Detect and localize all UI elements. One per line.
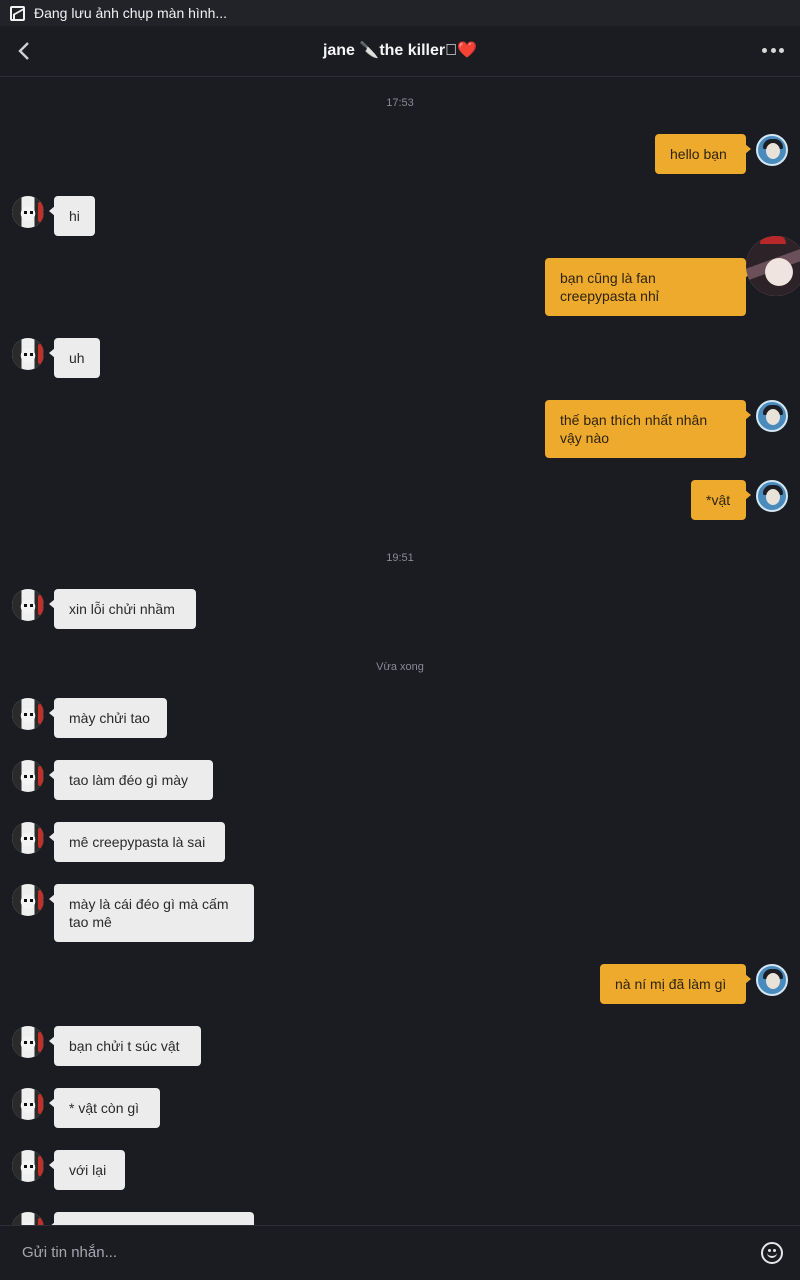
dot-icon <box>779 48 784 53</box>
jane-avatar[interactable] <box>12 1026 44 1058</box>
message-bubble-incoming[interactable]: với lại <box>49 1150 125 1190</box>
timestamp: 17:53 <box>386 97 414 109</box>
jane-avatar[interactable] <box>12 760 44 792</box>
message-bubble-outgoing[interactable]: hello bạn <box>655 134 751 174</box>
dot-icon <box>762 48 767 53</box>
jane-avatar[interactable] <box>12 884 44 916</box>
jane-avatar[interactable] <box>12 822 44 854</box>
message-bubble-outgoing[interactable]: bạn cũng là fan creepypasta nhỉ <box>545 258 751 316</box>
more-options-button[interactable] <box>762 48 784 54</box>
chat-header: jane 🔪the killer🏿❤️ <box>0 26 800 77</box>
timestamp: 19:51 <box>386 552 414 564</box>
my-avatar[interactable] <box>756 134 788 166</box>
message-bubble-incoming[interactable]: mày là cái đéo gì mà cấm tao mê <box>49 884 254 942</box>
jane-avatar[interactable] <box>12 1150 44 1182</box>
message-bubble-outgoing[interactable]: *vật <box>691 480 751 520</box>
my-avatar[interactable] <box>756 400 788 432</box>
smiley-icon <box>768 1249 771 1252</box>
status-bar: Đang lưu ảnh chụp màn hình... <box>0 0 800 26</box>
message-bubble-incoming[interactable]: uh <box>49 338 100 378</box>
timestamp: Vừa xong <box>376 661 424 673</box>
message-bubble-incoming[interactable]: xin lỗi chửi nhầm <box>49 589 196 629</box>
my-avatar-large[interactable] <box>746 236 800 296</box>
status-notification: Đang lưu ảnh chụp màn hình... <box>34 5 228 21</box>
jane-avatar[interactable] <box>12 589 44 621</box>
image-icon <box>10 5 25 21</box>
jane-avatar[interactable] <box>12 1088 44 1120</box>
dot-icon <box>770 48 776 53</box>
message-list[interactable]: 17:53 hello bạn hi bạn cũng là fan creep… <box>0 78 800 1225</box>
message-bubble-incoming[interactable]: * vật còn gì <box>49 1088 160 1128</box>
message-bubble-incoming[interactable]: bạn chửi t súc vật <box>49 1026 201 1066</box>
jane-avatar[interactable] <box>12 338 44 370</box>
jane-avatar[interactable] <box>12 1212 44 1225</box>
emoji-button[interactable] <box>761 1242 783 1264</box>
message-bubble-outgoing[interactable]: nà ní mị đã làm gì <box>600 964 751 1004</box>
message-bubble-incoming[interactable]: mày chửi tao <box>49 698 167 738</box>
message-bubble-incoming[interactable]: tao làm đéo gì mày <box>49 760 213 800</box>
message-bubble-incoming[interactable] <box>49 1212 254 1225</box>
message-bubble-incoming[interactable]: hi <box>49 196 95 236</box>
jane-avatar[interactable] <box>12 698 44 730</box>
message-bubble-outgoing[interactable]: thế bạn thích nhất nhân vậy nào <box>545 400 751 458</box>
jane-avatar[interactable] <box>12 196 44 228</box>
message-input[interactable] <box>22 1240 722 1264</box>
smiley-mouth <box>767 1253 777 1258</box>
smiley-eye <box>773 1249 776 1252</box>
my-avatar[interactable] <box>756 964 788 996</box>
my-avatar[interactable] <box>756 480 788 512</box>
chat-title: jane 🔪the killer🏿❤️ <box>322 42 478 59</box>
message-bubble-incoming[interactable]: mê creepypasta là sai <box>49 822 225 862</box>
message-composer <box>0 1225 800 1280</box>
